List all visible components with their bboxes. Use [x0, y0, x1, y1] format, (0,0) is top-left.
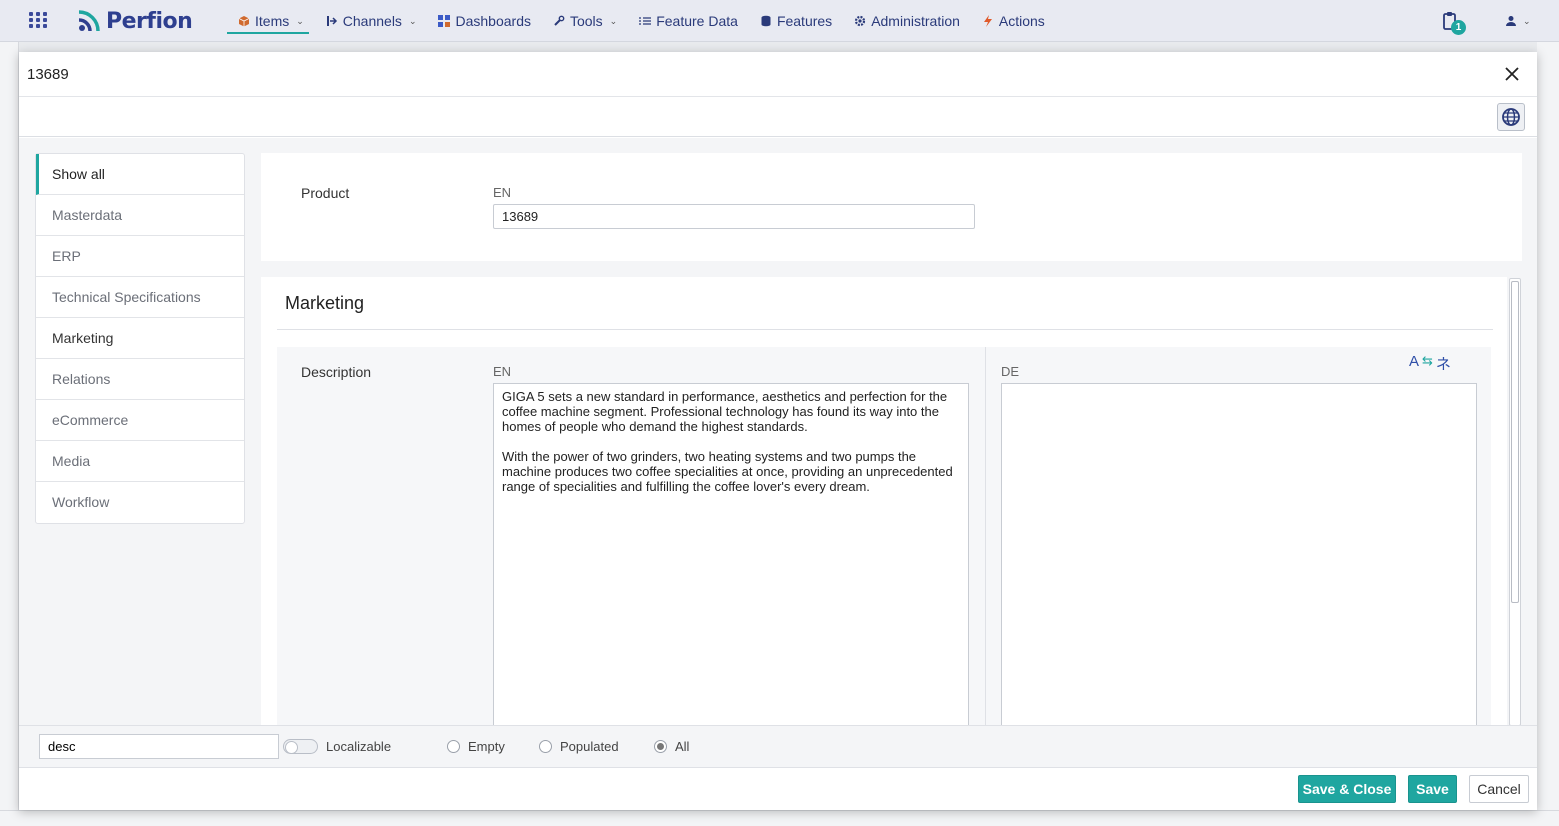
dialog-toolbar: [19, 97, 1537, 137]
product-panel: Product EN: [261, 153, 1522, 261]
save-and-close-button[interactable]: Save & Close: [1298, 775, 1396, 803]
section-nav-marketing[interactable]: Marketing: [36, 318, 244, 359]
top-nav-bar: Perfion Items ⌄ Channels ⌄ Dashboards To…: [0, 0, 1559, 42]
localizable-toggle[interactable]: [283, 739, 318, 754]
dialog-body: Show all Masterdata ERP Technical Specif…: [19, 138, 1537, 725]
nav-feature-data[interactable]: Feature Data: [628, 0, 749, 42]
perfion-logo-icon: [78, 10, 100, 32]
nav-feature-data-label: Feature Data: [656, 13, 738, 29]
section-nav: Show all Masterdata ERP Technical Specif…: [35, 153, 245, 524]
dialog-actions: Save & Close Save Cancel: [19, 767, 1537, 810]
user-menu[interactable]: ⌄: [1505, 12, 1541, 30]
app-grid-icon[interactable]: [29, 12, 47, 28]
description-de-lang-label: DE: [1001, 364, 1020, 379]
close-icon[interactable]: [1503, 65, 1521, 83]
save-button[interactable]: Save: [1408, 775, 1457, 803]
clipboard-count-badge: 1: [1451, 20, 1466, 35]
description-en-textarea[interactable]: GIGA 5 sets a new standard in performanc…: [493, 383, 969, 725]
localizable-label: Localizable: [326, 739, 392, 754]
dashboard-icon: [438, 15, 451, 27]
main-nav: Items ⌄ Channels ⌄ Dashboards Tools ⌄ Fe…: [227, 0, 1056, 42]
feature-filter-input[interactable]: [39, 734, 279, 759]
nav-administration[interactable]: Administration: [843, 0, 971, 42]
section-nav-media[interactable]: Media: [36, 441, 244, 482]
section-nav-ecommerce[interactable]: eCommerce: [36, 400, 244, 441]
filter-bar: Localizable Empty Populated All: [19, 725, 1537, 767]
background-panel: [1537, 42, 1559, 826]
section-nav-erp[interactable]: ERP: [36, 236, 244, 277]
swap-icon[interactable]: ⇆: [1422, 353, 1433, 374]
box-icon: [238, 16, 250, 27]
radio-populated[interactable]: [539, 740, 552, 753]
section-nav-technical-specifications[interactable]: Technical Specifications: [36, 277, 244, 318]
radio-empty-label: Empty: [468, 739, 505, 754]
description-field-group: Description EN GIGA 5 sets a new standar…: [277, 347, 1491, 725]
marketing-panel: Marketing Description EN GIGA 5 sets a n…: [261, 277, 1507, 725]
background-panel: [0, 810, 1559, 826]
description-de-textarea[interactable]: [1001, 383, 1477, 725]
chevron-down-icon: ⌄: [609, 15, 618, 26]
nav-actions[interactable]: Actions: [971, 0, 1056, 42]
section-nav-masterdata[interactable]: Masterdata: [36, 195, 244, 236]
description-en-lang-label: EN: [493, 364, 512, 379]
chevron-down-icon: ⌄: [408, 15, 417, 26]
product-field[interactable]: [493, 204, 975, 229]
nav-dashboards[interactable]: Dashboards: [427, 0, 542, 42]
divider: [277, 329, 1493, 330]
product-lang-label: EN: [493, 185, 512, 200]
dialog-header: 13689: [19, 52, 1537, 97]
cancel-button[interactable]: Cancel: [1469, 775, 1529, 803]
user-icon: [1506, 16, 1516, 26]
chevron-down-icon: ⌄: [296, 15, 304, 26]
radio-all[interactable]: [654, 740, 667, 753]
radio-all-label: All: [675, 739, 690, 754]
gear-icon: [855, 15, 866, 27]
database-icon: [761, 15, 771, 27]
lightning-icon: [983, 15, 992, 27]
section-nav-relations[interactable]: Relations: [36, 359, 244, 400]
language-button[interactable]: [1497, 103, 1525, 131]
radio-populated-label: Populated: [560, 739, 619, 754]
globe-icon: [1502, 108, 1520, 126]
section-nav-workflow[interactable]: Workflow: [36, 482, 244, 523]
scrollbar-thumb[interactable]: [1511, 281, 1519, 603]
radio-empty[interactable]: [447, 740, 460, 753]
background-panel: [0, 42, 19, 826]
divider: [985, 347, 986, 725]
nav-tools-label: Tools: [569, 13, 603, 29]
nav-channels[interactable]: Channels ⌄: [315, 0, 428, 42]
chevron-down-icon: ⌄: [1523, 15, 1531, 26]
nav-features[interactable]: Features: [749, 0, 843, 42]
language-script-icon[interactable]: ネ: [1436, 353, 1451, 374]
vertical-scrollbar[interactable]: [1509, 278, 1521, 725]
nav-actions-label: Actions: [998, 13, 1045, 29]
section-nav-show-all[interactable]: Show all: [36, 154, 244, 195]
dialog-title: 13689: [27, 66, 69, 83]
nav-channels-label: Channels: [342, 13, 402, 29]
marketing-section-title: Marketing: [285, 293, 365, 313]
logo-text: Perfion: [106, 8, 193, 34]
translate-icon[interactable]: A: [1409, 353, 1419, 374]
product-label: Product: [301, 185, 350, 201]
translation-tools: A ⇆ ネ: [1409, 353, 1451, 374]
perfion-logo[interactable]: Perfion: [76, 6, 193, 36]
nav-dashboards-label: Dashboards: [455, 13, 531, 29]
wrench-icon: [554, 15, 565, 26]
list-icon: [639, 17, 652, 25]
item-editor-dialog: 13689 Show all Masterdata ERP Technical …: [19, 52, 1537, 810]
description-label: Description: [301, 364, 372, 380]
nav-items[interactable]: Items ⌄: [227, 0, 315, 42]
nav-features-label: Features: [776, 13, 833, 29]
nav-administration-label: Administration: [871, 13, 960, 29]
nav-items-label: Items: [255, 13, 290, 29]
nav-tools[interactable]: Tools ⌄: [542, 0, 628, 42]
channel-icon: [326, 16, 337, 26]
